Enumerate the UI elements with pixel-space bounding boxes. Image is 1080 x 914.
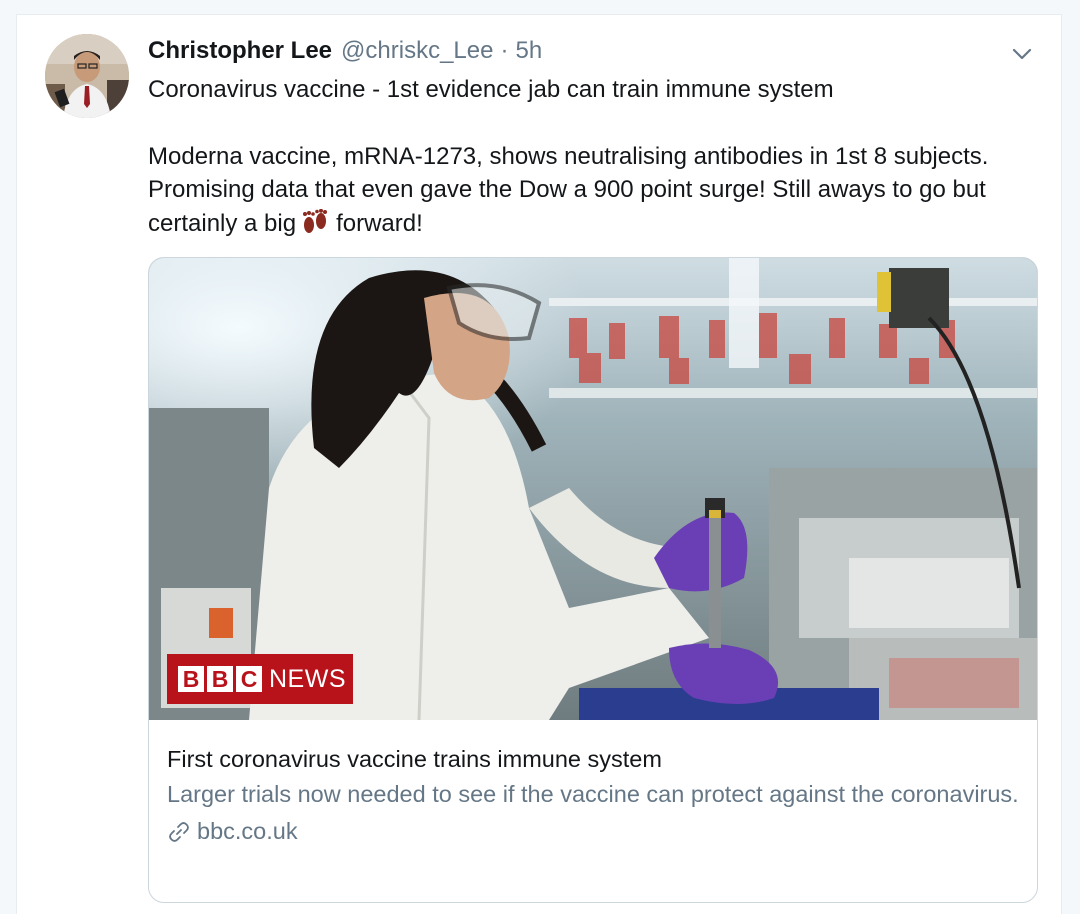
avatar[interactable] [45, 34, 129, 118]
tweet-text: Coronavirus vaccine - 1st evidence jab c… [148, 73, 1028, 244]
timestamp[interactable]: 5h [515, 37, 542, 65]
tweet-headline: Coronavirus vaccine - 1st evidence jab c… [148, 76, 834, 103]
chevron-down-icon[interactable] [1009, 41, 1035, 67]
logo-word: NEWS [269, 664, 346, 693]
tweet-body-part1: Moderna vaccine, mRNA-1273, shows neutra… [148, 142, 989, 237]
card-domain[interactable]: bbc.co.uk [167, 818, 1019, 845]
bbc-news-logo: B B C NEWS [167, 654, 353, 704]
logo-letter-3: C [236, 666, 262, 692]
author-name[interactable]: Christopher Lee [148, 37, 332, 65]
tweet-header: Christopher Lee @chriskc_Lee · 5h [148, 37, 542, 69]
tweet[interactable]: Christopher Lee @chriskc_Lee · 5h Corona… [16, 14, 1062, 914]
logo-letter-2: B [207, 666, 233, 692]
tweet-body: Moderna vaccine, mRNA-1273, shows neutra… [148, 140, 1028, 245]
link-icon [169, 821, 189, 842]
footprints-icon [300, 208, 330, 245]
lab-scientist-photo: B B C NEWS [149, 258, 1037, 720]
link-card[interactable]: B B C NEWS First coronavirus vaccine tra… [148, 257, 1038, 903]
page: Christopher Lee @chriskc_Lee · 5h Corona… [0, 0, 1080, 914]
card-description: Larger trials now needed to see if the v… [167, 781, 1019, 807]
card-photo [149, 258, 1037, 720]
card-text: First coronavirus vaccine trains immune … [149, 720, 1037, 845]
card-title[interactable]: First coronavirus vaccine trains immune … [167, 743, 1019, 775]
avatar-photo [45, 34, 129, 118]
separator-dot: · [500, 37, 509, 64]
logo-letter-1: B [178, 666, 204, 692]
tweet-body-part2: forward! [336, 209, 423, 237]
card-domain-text: bbc.co.uk [197, 818, 298, 844]
author-handle[interactable]: @chriskc_Lee [341, 37, 493, 65]
